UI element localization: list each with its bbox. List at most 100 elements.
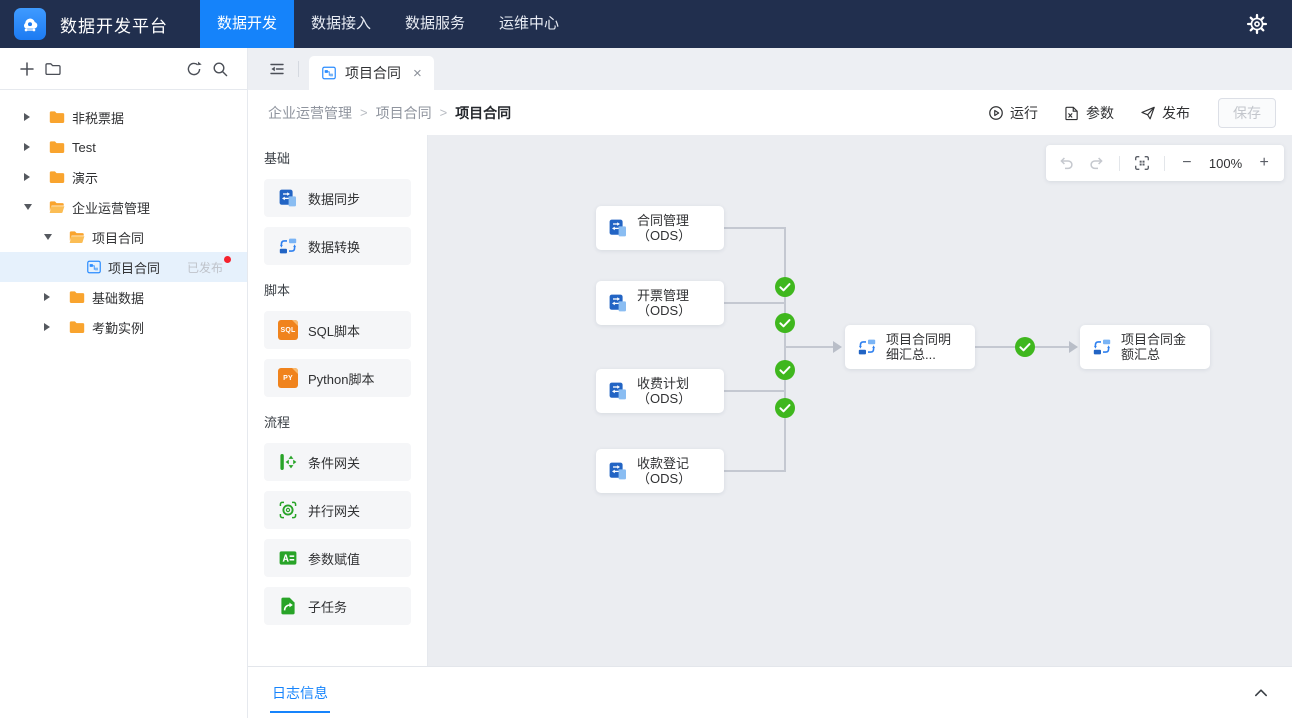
run-button[interactable]: 运行 [988,103,1038,123]
add-icon[interactable] [14,56,40,82]
caret-collapsed-icon[interactable] [24,113,38,121]
nav-item-data-ingest[interactable]: 数据接入 [294,0,388,48]
search-icon[interactable] [207,56,233,82]
fit-view-icon[interactable] [1133,154,1151,172]
python-file-icon: PY [278,368,298,388]
flow-node-invoice-mgmt[interactable]: 开票管理（ODS） [596,281,724,325]
tree-item-task-selected[interactable]: 项目合同 已发布 [0,252,247,282]
tree-item-folder[interactable]: 非税票据 [0,102,247,132]
main-panel: 项目合同 × 企业运营管理 > 项目合同 > 项目合同 运行 [248,48,1292,718]
breadcrumb-separator: > [440,105,448,120]
breadcrumb-item[interactable]: 项目合同 [376,103,432,123]
folder-open-icon [68,228,86,246]
success-check-icon [775,360,795,380]
breadcrumb-item[interactable]: 企业运营管理 [268,103,352,123]
zoom-out-icon[interactable]: − [1178,155,1196,171]
palette-item-parallel-gateway[interactable]: 并行网关 [264,491,411,529]
data-sync-icon [278,188,298,208]
folder-open-icon [48,198,66,216]
params-button[interactable]: 参数 [1064,103,1114,123]
zoom-in-icon[interactable]: + [1255,155,1273,171]
main-nav: 数据开发 数据接入 数据服务 运维中心 [200,0,576,48]
flow-edge [784,346,834,348]
tab-project-contract[interactable]: 项目合同 × [309,56,434,90]
tree-item-folder[interactable]: 基础数据 [0,282,247,312]
tree-item-folder[interactable]: 演示 [0,162,247,192]
tree-item-folder[interactable]: 考勤实例 [0,312,247,342]
save-button[interactable]: 保存 [1218,98,1276,128]
close-icon[interactable]: × [413,66,422,81]
status-badge-published: 已发布 [187,259,233,276]
palette-item-python-script[interactable]: PY Python脚本 [264,359,411,397]
data-sync-icon [608,461,628,481]
flow-doc-icon [86,259,102,275]
flow-edge [724,470,785,472]
sql-file-icon: SQL [278,320,298,340]
collapse-sidebar-icon[interactable] [268,60,286,78]
undo-icon[interactable] [1057,154,1075,172]
redo-icon[interactable] [1088,154,1106,172]
sidebar-toolbar [0,48,247,90]
nav-item-data-service[interactable]: 数据服务 [388,0,482,48]
palette-item-condition-gateway[interactable]: 条件网关 [264,443,411,481]
app-window: 数据开发平台 数据开发 数据接入 数据服务 运维中心 [0,0,1292,718]
data-sync-icon [608,218,628,238]
caret-collapsed-icon[interactable] [44,323,58,331]
sidebar: 非税票据 Test 演示 企业运营管理 [0,48,248,718]
palette-item-data-transform[interactable]: 数据转换 [264,227,411,265]
folder-icon [68,318,86,336]
new-folder-icon[interactable] [40,56,66,82]
divider [1119,156,1120,171]
palette-item-param-assign[interactable]: 参数赋值 [264,539,411,577]
arrowhead-icon [1069,341,1078,353]
folder-icon [48,168,66,186]
publish-button[interactable]: 发布 [1140,103,1190,123]
flow-node-contract-amount-summary[interactable]: 项目合同金额汇总 [1080,325,1210,369]
nav-item-data-dev[interactable]: 数据开发 [200,0,294,48]
caret-expanded-icon[interactable] [24,204,38,210]
flow-edge-bus [784,227,786,472]
folder-icon [68,288,86,306]
condition-gateway-icon [278,452,298,472]
refresh-icon[interactable] [181,56,207,82]
settings-gear-icon[interactable] [1246,13,1268,35]
caret-collapsed-icon[interactable] [24,143,38,151]
toolbar-actions: 运行 参数 发布 保存 [988,98,1276,128]
flow-doc-icon [321,65,337,81]
caret-collapsed-icon[interactable] [44,293,58,301]
tree-item-folder[interactable]: Test [0,132,247,162]
success-check-icon [775,313,795,333]
chevron-up-icon[interactable] [1252,684,1270,702]
app-logo-icon [14,8,46,40]
flow-node-contract-mgmt[interactable]: 合同管理（ODS） [596,206,724,250]
nav-item-ops-center[interactable]: 运维中心 [482,0,576,48]
flow-node-payment-register[interactable]: 收款登记（ODS） [596,449,724,493]
data-sync-icon [608,381,628,401]
tab-log-info[interactable]: 日志信息 [270,667,330,718]
palette-section-title: 基础 [264,149,411,169]
success-check-icon [775,277,795,297]
palette-item-subtask[interactable]: 子任务 [264,587,411,625]
flow-edge [724,390,785,392]
app-title: 数据开发平台 [60,12,168,37]
flow-canvas[interactable]: − 100% + [428,135,1292,666]
param-assign-icon [278,548,298,568]
caret-expanded-icon[interactable] [44,234,58,240]
breadcrumb-separator: > [360,105,368,120]
tree-item-folder-expanded[interactable]: 企业运营管理 [0,192,247,222]
palette-item-sql-script[interactable]: SQL SQL脚本 [264,311,411,349]
subtask-icon [278,596,298,616]
top-navbar: 数据开发平台 数据开发 数据接入 数据服务 运维中心 [0,0,1292,48]
palette-item-data-sync[interactable]: 数据同步 [264,179,411,217]
divider [1164,156,1165,171]
tree-item-folder-expanded[interactable]: 项目合同 [0,222,247,252]
breadcrumb: 企业运营管理 > 项目合同 > 项目合同 [268,103,511,123]
caret-collapsed-icon[interactable] [24,173,38,181]
paper-plane-icon [1140,105,1156,121]
zoom-level: 100% [1209,156,1242,171]
folder-icon [48,108,66,126]
flow-node-contract-detail-summary[interactable]: 项目合同明细汇总... [845,325,975,369]
arrowhead-icon [833,341,842,353]
flow-node-fee-plan[interactable]: 收费计划（ODS） [596,369,724,413]
data-sync-icon [608,293,628,313]
